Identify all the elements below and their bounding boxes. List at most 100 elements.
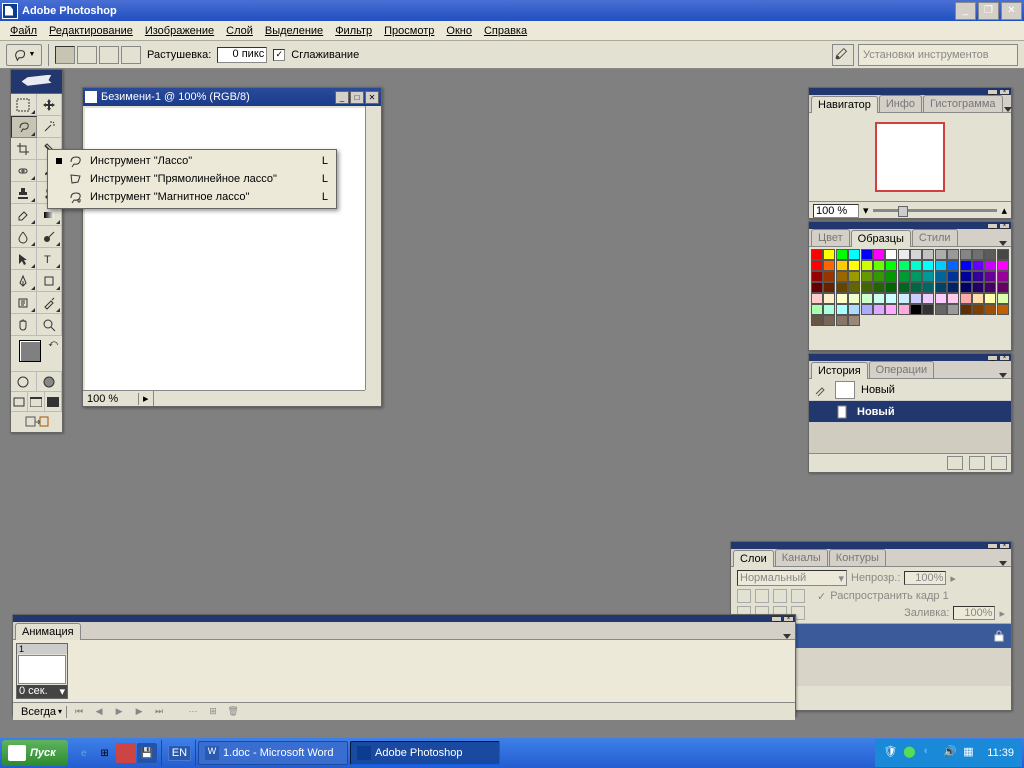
screen-standard-icon[interactable] [11, 392, 28, 411]
lock-transparent-icon[interactable] [737, 589, 751, 603]
color-swatch[interactable] [836, 249, 848, 260]
color-swatch[interactable] [922, 271, 934, 282]
panel-minimize-button[interactable]: _ [987, 89, 998, 95]
quickmask-mode-icon[interactable] [37, 372, 63, 391]
color-swatch[interactable] [997, 293, 1009, 304]
navigator-zoom-field[interactable]: 100 % [813, 204, 859, 218]
doc-vscrollbar[interactable] [365, 106, 381, 390]
menu-window[interactable]: Окно [440, 23, 478, 39]
tab-styles[interactable]: Стили [912, 229, 958, 246]
document-titlebar[interactable]: Безимени-1 @ 100% (RGB/8) _ □ ✕ [83, 88, 381, 106]
menu-layer[interactable]: Слой [220, 23, 259, 39]
ql-app-icon[interactable] [116, 743, 136, 763]
color-swatch[interactable] [960, 249, 972, 260]
doc-minimize-button[interactable]: _ [335, 91, 349, 104]
palette-well-icon[interactable] [832, 44, 854, 66]
delete-state-icon[interactable] [991, 456, 1007, 470]
color-swatch[interactable] [811, 271, 823, 282]
panel-close-button[interactable]: × [999, 355, 1010, 361]
lock-pixels-icon[interactable] [755, 589, 769, 603]
color-swatch[interactable] [848, 315, 860, 326]
menu-file[interactable]: Файл [4, 23, 43, 39]
panel-close-button[interactable]: × [999, 89, 1010, 95]
navigator-thumbnail[interactable] [875, 122, 945, 192]
new-snapshot-icon[interactable] [969, 456, 985, 470]
color-swatch[interactable] [873, 260, 885, 271]
panel-menu-icon[interactable] [1004, 107, 1012, 112]
color-swatch[interactable] [848, 293, 860, 304]
color-swatch[interactable] [861, 304, 873, 315]
toolbox-header[interactable] [11, 70, 62, 94]
color-swatch[interactable] [885, 293, 897, 304]
color-swatch[interactable] [910, 293, 922, 304]
color-swatch[interactable] [972, 282, 984, 293]
menu-select[interactable]: Выделение [259, 23, 329, 39]
doc-close-button[interactable]: ✕ [365, 91, 379, 104]
color-swatch[interactable] [947, 271, 959, 282]
animation-frame[interactable]: 1 0 сек.▾ [16, 643, 68, 699]
tab-navigator[interactable]: Навигатор [811, 96, 878, 113]
flyout-poly-lasso[interactable]: Инструмент "Прямолинейное лассо" L [48, 170, 336, 188]
tab-actions[interactable]: Операции [869, 361, 934, 378]
color-swatch[interactable] [910, 260, 922, 271]
color-swatch[interactable] [848, 249, 860, 260]
color-swatch[interactable] [984, 304, 996, 315]
tray-icon[interactable]: ◐ [923, 745, 939, 761]
color-swatch[interactable] [885, 249, 897, 260]
color-swatch[interactable] [848, 260, 860, 271]
ql-save-icon[interactable]: 💾 [137, 743, 157, 763]
standard-mode-icon[interactable] [11, 372, 37, 391]
color-swatch[interactable] [848, 304, 860, 315]
color-swatch[interactable] [984, 249, 996, 260]
tool-stamp[interactable] [11, 182, 37, 204]
feather-input[interactable]: 0 пикс [217, 47, 267, 63]
doc-zoom-field[interactable]: 100 % [83, 393, 139, 405]
color-swatch[interactable] [935, 304, 947, 315]
flyout-magnetic-lasso[interactable]: Инструмент "Магнитное лассо" L [48, 188, 336, 206]
color-swatch[interactable] [972, 293, 984, 304]
color-swatch[interactable] [984, 260, 996, 271]
color-swatch[interactable] [861, 271, 873, 282]
color-swatch[interactable] [922, 249, 934, 260]
color-swatch[interactable] [997, 271, 1009, 282]
color-swatch[interactable] [997, 249, 1009, 260]
color-swatch[interactable] [910, 249, 922, 260]
prev-frame-icon[interactable]: ◀ [91, 705, 107, 719]
tool-type[interactable]: T [37, 248, 63, 270]
color-swatch[interactable] [885, 282, 897, 293]
color-swatch[interactable] [823, 282, 835, 293]
doc-hscrollbar[interactable] [153, 391, 365, 406]
tray-volume-icon[interactable]: 🔊 [943, 745, 959, 761]
menu-view[interactable]: Просмотр [378, 23, 440, 39]
color-swatch[interactable] [922, 293, 934, 304]
navigator-zoom-slider[interactable] [873, 209, 998, 212]
color-swatch[interactable] [811, 293, 823, 304]
color-swatch[interactable] [972, 271, 984, 282]
lock-all-icon[interactable] [791, 589, 805, 603]
color-swatch[interactable] [848, 271, 860, 282]
color-swatch[interactable] [811, 282, 823, 293]
color-swatch[interactable] [910, 282, 922, 293]
color-swatch[interactable] [898, 293, 910, 304]
tool-pen[interactable] [11, 270, 37, 292]
color-swatch[interactable] [947, 249, 959, 260]
tab-animation[interactable]: Анимация [15, 623, 81, 640]
color-swatch[interactable] [935, 249, 947, 260]
color-swatch[interactable] [873, 271, 885, 282]
history-state[interactable]: Новый [809, 401, 1011, 423]
close-button[interactable]: ✕ [1001, 2, 1022, 20]
zoom-out-icon[interactable]: ▾ [863, 204, 869, 217]
panel-close-button[interactable]: × [999, 223, 1010, 229]
color-swatch[interactable] [997, 260, 1009, 271]
current-tool-icon[interactable]: ▼ [6, 44, 42, 66]
color-swatch[interactable] [885, 304, 897, 315]
color-swatch[interactable] [984, 282, 996, 293]
tool-blur[interactable] [11, 226, 37, 248]
color-swatch[interactable] [972, 260, 984, 271]
language-indicator[interactable]: EN [168, 745, 191, 761]
fg-color-swatch[interactable] [19, 340, 41, 362]
color-swatch[interactable] [823, 260, 835, 271]
sel-subtract[interactable] [99, 46, 119, 64]
fill-input[interactable]: 100% [953, 606, 995, 620]
color-swatch[interactable] [861, 293, 873, 304]
